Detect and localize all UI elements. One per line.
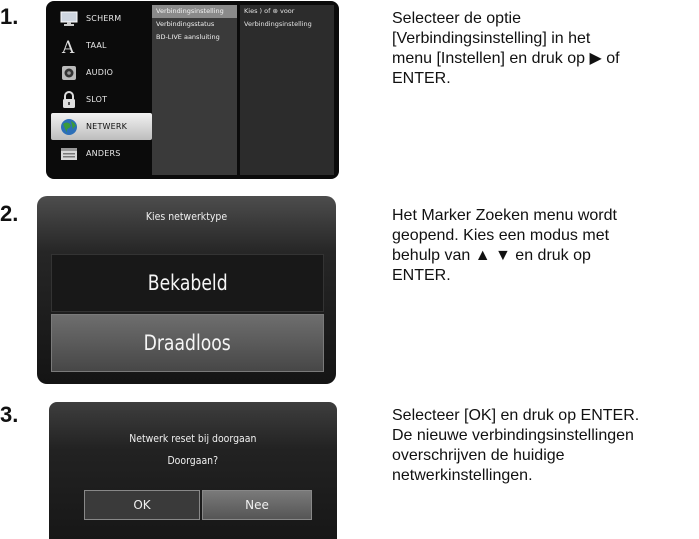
other-icon [60, 145, 78, 163]
step-number-3: 3. [0, 402, 19, 427]
ok-button[interactable]: OK [84, 490, 200, 520]
dialog-question-text: Doorgaan? [167, 454, 219, 467]
menu-item-taal[interactable]: A TAAL [51, 32, 152, 59]
dialog-question: Doorgaan? [49, 454, 337, 467]
option-label: Bekabeld [147, 271, 228, 295]
dialog-message-text: Netwerk reset bij doorgaan [129, 432, 257, 445]
menu-item-audio[interactable]: AUDIO [51, 59, 152, 86]
submenu-item-bd-live[interactable]: BD-LIVE aansluiting [152, 31, 237, 44]
network-type-title: Kies netwerktype [145, 210, 228, 223]
step-3-line: overschrijven de huidige [392, 447, 565, 464]
option-bekabeld[interactable]: Bekabeld [51, 254, 324, 312]
step-3-line: De nieuwe verbindingsinstellingen [392, 427, 634, 444]
menu-item-slot[interactable]: SLOT [51, 86, 152, 113]
step-3-line: netwerkinstellingen. [392, 467, 533, 484]
menu-item-label: AUDIO [86, 68, 114, 77]
network-type-screenshot: Kies netwerktype Bekabeld Draadloos [37, 196, 336, 384]
menu-item-netwerk[interactable]: NETWERK [51, 113, 152, 140]
monitor-icon [60, 10, 78, 28]
submenu-item-verbindingsinstelling[interactable]: Verbindingsinstelling [152, 5, 237, 18]
step-2-line: behulp van ▲ ▼ en druk op [392, 247, 591, 264]
menu-item-label: NETWERK [86, 122, 128, 131]
step-number-2: 2. [0, 201, 19, 226]
step-number-1: 1. [0, 4, 19, 29]
hint-line: Verbindingsinstelling [244, 20, 312, 28]
option-draadloos[interactable]: Draadloos [51, 314, 324, 372]
svg-text:A: A [61, 38, 75, 55]
font-icon: A [60, 37, 78, 55]
hint-line: Kies ) of ⊛ voor [244, 7, 295, 15]
reset-confirm-screenshot: Netwerk reset bij doorgaan Doorgaan? OK … [49, 402, 337, 539]
globe-icon [60, 118, 78, 136]
step-2-line: geopend. Kies een modus met [392, 227, 610, 244]
settings-hint-panel: Kies ) of ⊛ voor Verbindingsinstelling [240, 5, 334, 175]
menu-item-label: TAAL [86, 41, 107, 50]
menu-item-scherm[interactable]: SCHERM [51, 5, 152, 32]
settings-submenu: Verbindingsinstelling Verbindingsstatus … [152, 5, 237, 175]
nee-button[interactable]: Nee [202, 490, 312, 520]
menu-item-label: SLOT [86, 95, 108, 104]
padlock-icon [60, 90, 78, 109]
step-1-line: Selecteer de optie [392, 10, 521, 27]
menu-item-label: SCHERM [86, 14, 122, 23]
submenu-item-verbindingsstatus[interactable]: Verbindingsstatus [152, 18, 237, 31]
step-1-line: ENTER. [392, 70, 451, 87]
menu-item-anders[interactable]: ANDERS [51, 140, 152, 167]
step-description-2: Het Marker Zoeken menu wordt geopend. Ki… [392, 206, 697, 286]
option-label: Draadloos [143, 331, 232, 355]
step-1-line: menu [Instellen] en druk op ▶ of [392, 50, 620, 67]
speaker-icon [60, 64, 78, 82]
settings-main-menu: SCHERM A TAAL AUDIO SLOT NETWERK ANDERS [51, 5, 152, 175]
step-description-3: Selecteer [OK] en druk op ENTER. De nieu… [392, 406, 697, 486]
step-3-line: Selecteer [OK] en druk op ENTER. [392, 407, 640, 424]
step-description-1: Selecteer de optie [Verbindingsinstellin… [392, 9, 697, 89]
menu-item-label: ANDERS [86, 149, 121, 158]
step-2-line: ENTER. [392, 267, 451, 284]
step-2-line: Het Marker Zoeken menu wordt [392, 207, 617, 224]
settings-menu-screenshot: SCHERM A TAAL AUDIO SLOT NETWERK ANDERS … [46, 1, 339, 179]
step-1-line: [Verbindingsinstelling] in het [392, 30, 591, 47]
dialog-message: Netwerk reset bij doorgaan [49, 432, 337, 445]
